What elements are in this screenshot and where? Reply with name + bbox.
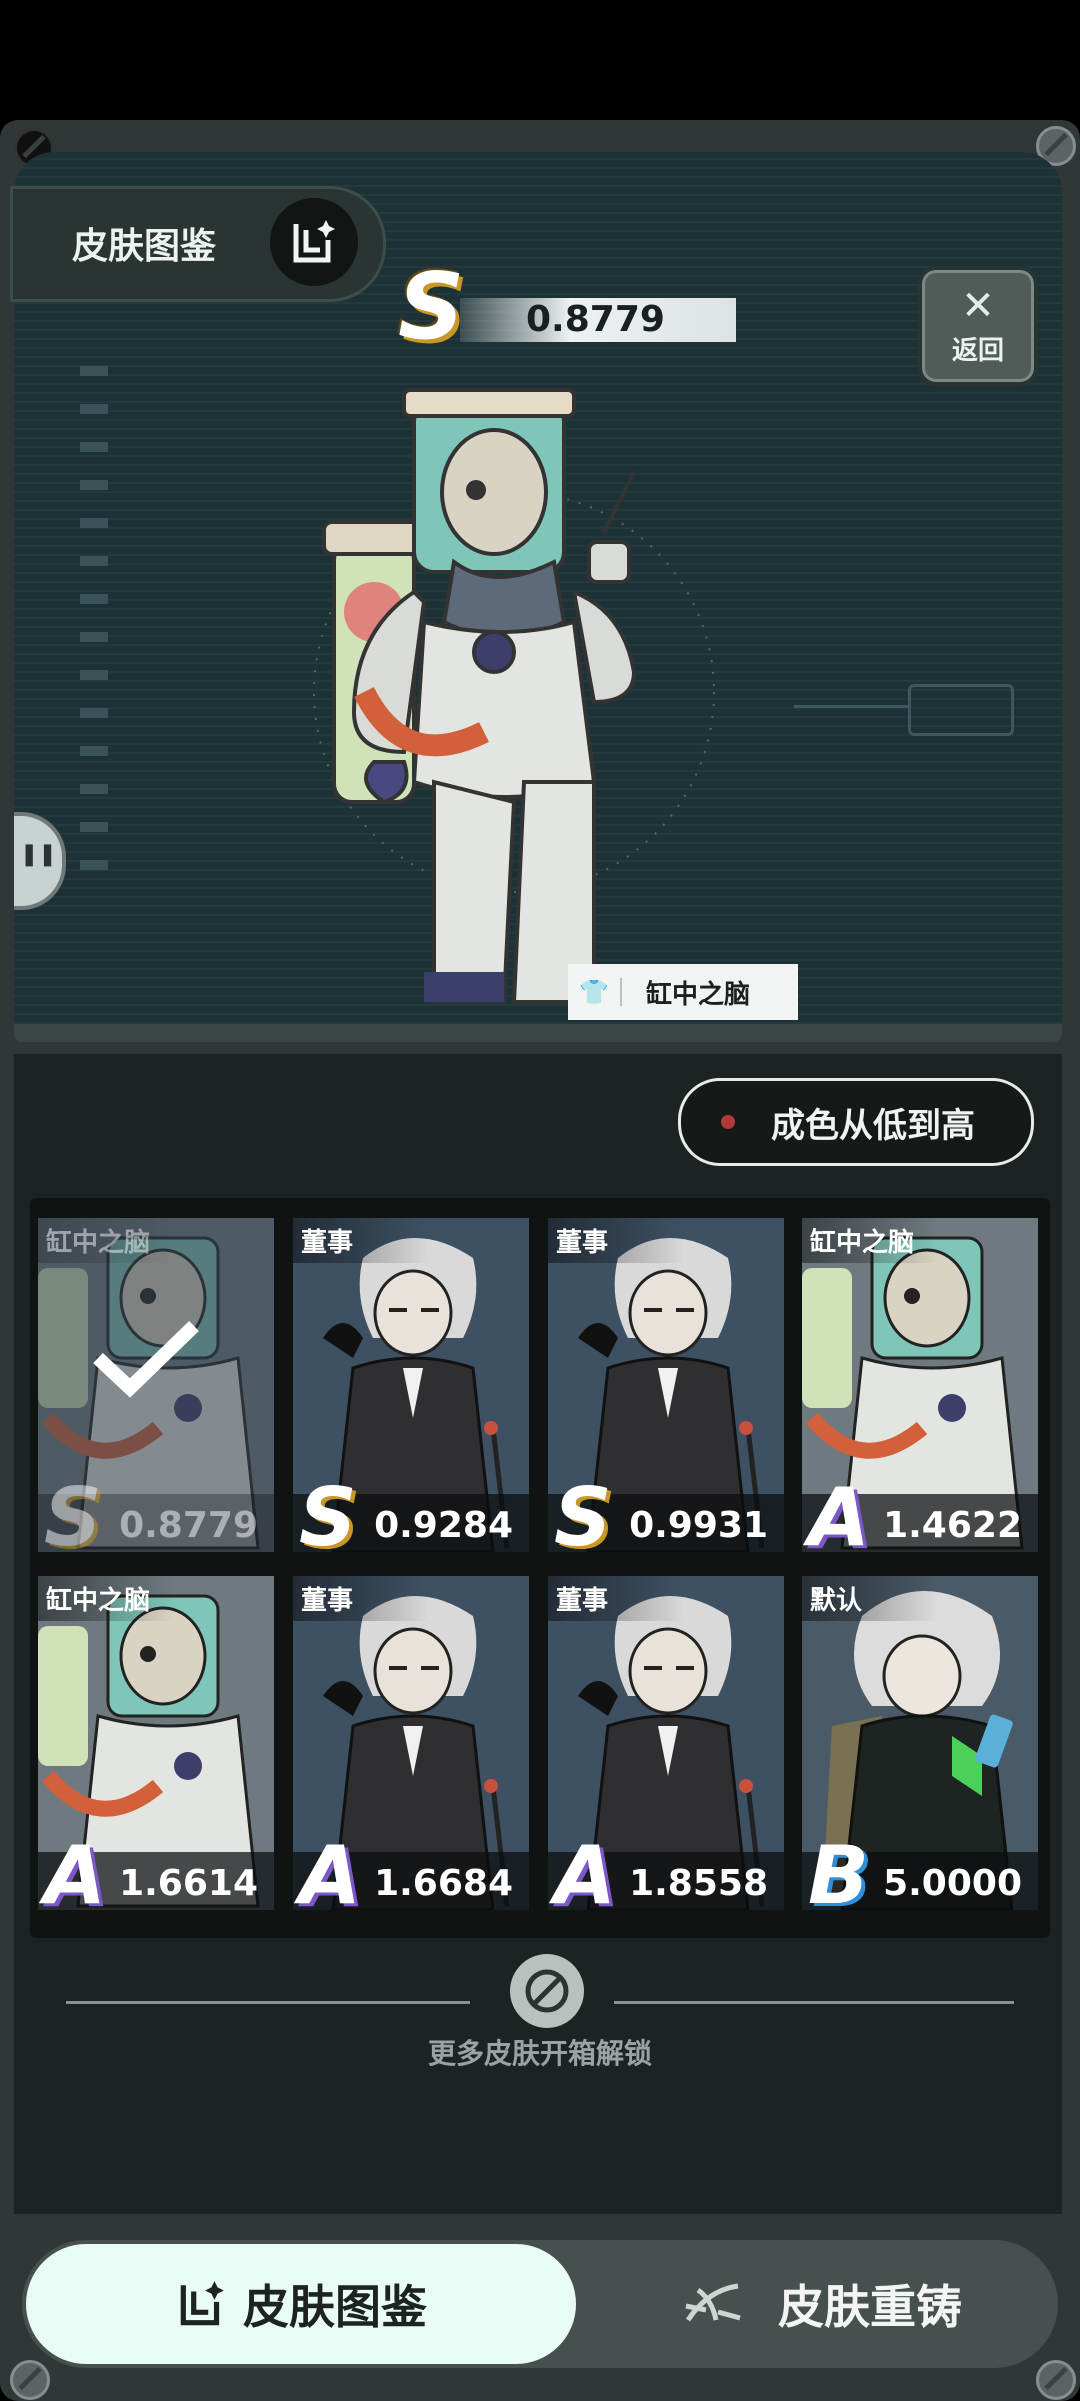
skin-card[interactable]: 董事 S 0.9284 [293,1218,529,1552]
recast-icon [685,2283,741,2322]
skin-card-value: 1.6614 [119,1863,258,1904]
skin-card-value: 1.4622 [883,1505,1022,1546]
skin-card[interactable]: 缸中之脑 S 0.8779 [38,1218,274,1552]
skin-card-name: 缸中之脑 [38,1218,174,1263]
skin-card-name: 董事 [548,1576,684,1621]
close-icon: ✕ [961,282,995,329]
skin-card-value: 0.8779 [119,1505,258,1546]
skin-card-name: 缸中之脑 [38,1576,174,1621]
divider-right [614,2001,1014,2004]
skin-card-value: 1.8558 [629,1863,768,1904]
grade-badge: A [299,1829,361,1911]
character-illustration [313,388,715,1004]
grade-badge: A [554,1829,616,1911]
skin-card[interactable]: 缸中之脑 A 1.4622 [802,1218,1038,1552]
grade-badge: A [808,1471,870,1553]
grade-badge: S [398,253,465,360]
skin-card[interactable]: 董事 A 1.6684 [293,1576,529,1910]
locked-icon [510,1954,584,2028]
bolt-icon [10,2360,50,2400]
tab-label: 皮肤图鉴 [243,2280,427,2334]
collection-icon [180,2281,224,2326]
skin-card-value: 0.9931 [629,1505,768,1546]
grade-badge: B [808,1829,869,1911]
shirt-icon: 👕 [568,978,622,1006]
grade-badge: S [44,1471,102,1553]
skin-card-value: 1.6684 [374,1863,513,1904]
current-skin-name: 缸中之脑 [646,979,751,1010]
tab-skin-recast[interactable]: 皮肤重铸 [610,2244,1030,2364]
check-icon [93,1320,199,1398]
sort-button[interactable]: 成色从低到高 [678,1078,1034,1166]
side-drawer-handle[interactable] [14,812,66,910]
grade-badge: A [44,1829,106,1911]
collection-icon[interactable] [270,198,358,286]
grade-badge: S [554,1471,612,1553]
current-skin-tag: 👕 缸中之脑 [568,964,798,1020]
skin-card-name: 董事 [293,1218,429,1263]
skin-card[interactable]: 默认 B 5.0000 [802,1576,1038,1910]
grade-badge: S [299,1471,357,1553]
skin-card-value: 0.9284 [374,1505,513,1546]
tab-skin-collection[interactable]: 皮肤图鉴 [26,2244,576,2364]
skin-card-name: 缸中之脑 [802,1218,938,1263]
skin-card[interactable]: 缸中之脑 A 1.6614 [38,1576,274,1910]
skin-card[interactable]: 董事 S 0.9931 [548,1218,784,1552]
bolt-icon [1036,2360,1076,2400]
score-value: 0.8779 [526,299,665,340]
skin-card-name: 董事 [548,1218,684,1263]
sort-dot-icon [721,1115,735,1129]
skin-card-name: 董事 [293,1576,429,1621]
skin-card[interactable]: 董事 A 1.8558 [548,1576,784,1910]
tab-label: 皮肤重铸 [778,2280,962,2334]
more-skins-hint: 更多皮肤开箱解锁 [427,2037,652,2070]
page-title: 皮肤图鉴 [72,226,217,267]
divider-left [66,2001,470,2004]
back-button[interactable]: ✕ 返回 [918,266,1038,386]
decor-line [794,705,910,708]
back-label: 返回 [951,335,1004,366]
decor-box [908,684,1014,736]
sort-label: 成色从低到高 [771,1105,975,1146]
skin-card-value: 5.0000 [883,1863,1022,1904]
skin-card-name: 默认 [802,1576,938,1621]
